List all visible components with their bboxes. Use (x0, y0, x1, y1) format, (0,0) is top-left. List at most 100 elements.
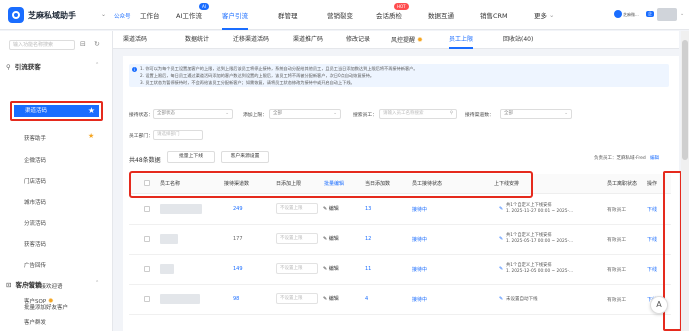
responsible-edit-link[interactable]: 编辑 (650, 155, 659, 161)
row-checkbox[interactable] (144, 266, 150, 272)
official-account-link[interactable]: 公众号 (114, 12, 131, 20)
reception-status[interactable]: 接待中 (412, 236, 427, 243)
fire-icon: ✹ (47, 297, 54, 305)
filter-limit-value: 全部 (273, 111, 282, 116)
sidebar-item-acquisition-assistant[interactable]: 获客助手 (24, 134, 46, 142)
reception-status[interactable]: 接待中 (412, 296, 427, 303)
sidebar-item-ad-callback[interactable]: 广告回传 (24, 261, 46, 269)
tab-recycle-bin[interactable]: 回收站(40) (503, 31, 533, 49)
responsible-employee: 负责员工：芝麻私域-Fred (594, 156, 646, 161)
sidebar-group-marketing[interactable]: ⊡ 客户营销 (6, 279, 41, 289)
row-checkbox[interactable] (144, 296, 150, 302)
nav-customer-acquisition[interactable]: 客户引流 (222, 0, 248, 30)
reception-status[interactable]: 接待中 (412, 206, 427, 213)
hot-badge: HOT (394, 3, 409, 10)
edit-icon[interactable]: ✎ (499, 296, 503, 302)
channel-count[interactable]: 177 (233, 236, 243, 242)
edit-icon[interactable]: ✎ (499, 206, 503, 212)
reception-status[interactable]: 接待中 (412, 266, 427, 273)
sidebar-item-label: 客户SOP (24, 299, 47, 305)
sidebar-item-customer-sop[interactable]: 客户SOP ✹ (24, 297, 54, 305)
daily-limit-input[interactable]: 不设置上限 (276, 293, 318, 304)
tab-migrate-qrcode[interactable]: 迁移渠道活码 (233, 31, 269, 49)
schedule-detail: 1. 2025-12-05 00:00 ~ 2025-... (506, 269, 574, 274)
tab-employee-limit[interactable]: 员工上限 (449, 31, 474, 49)
row-checkbox[interactable] (144, 236, 150, 242)
source-setting-button[interactable]: 客户来源设置 (221, 151, 269, 163)
row-checkbox[interactable] (144, 206, 150, 212)
sidebar-search-input[interactable]: 输入功能名称搜索 (9, 40, 75, 50)
th-resign-status: 员工离职状态 (607, 181, 638, 187)
user-name[interactable]: 芝麻微... (623, 12, 639, 18)
accessibility-float-button[interactable]: A (650, 296, 668, 314)
nav-more[interactable]: 更多 ⌄ (534, 0, 554, 30)
filter-limit-select[interactable]: 全部 ⌄ (269, 109, 341, 119)
collapse-icon[interactable]: ⊟ (80, 40, 86, 48)
avatar[interactable] (657, 8, 677, 21)
nav-group-management[interactable]: 群管理 (278, 0, 298, 30)
app-name[interactable]: 芝麻私域助手 (28, 10, 76, 21)
tab-channel-qrcode[interactable]: 渠道活码 (123, 31, 147, 49)
filter-limit-label: 添加上限： (243, 113, 267, 118)
resign-status: 有效员工 (607, 208, 627, 213)
chevron-up-icon[interactable]: ⌃ (95, 62, 99, 68)
offline-button[interactable]: 下线 (647, 236, 657, 243)
edit-icon[interactable]: ✎ (499, 236, 503, 242)
filter-dept-select[interactable]: 请选择部门 (153, 130, 203, 140)
sidebar-item-store-qrcode[interactable]: 门店活码 (24, 177, 46, 185)
today-added[interactable]: 13 (365, 206, 371, 212)
tab-promotion-code[interactable]: 渠道推广码 (293, 31, 323, 49)
filter-status-value: 全部状态 (157, 111, 175, 116)
nav-ai-workflow[interactable]: AI工作流 (176, 0, 202, 30)
sidebar-item-channel-qrcode[interactable]: 渠道活码 ★ (10, 101, 103, 121)
offline-button[interactable]: 下线 (647, 206, 657, 213)
batch-online-button[interactable]: 批量上下线 (167, 151, 215, 163)
daily-limit-input[interactable]: 不设置上限 (276, 233, 318, 244)
daily-limit-input[interactable]: 不设置上限 (276, 203, 318, 214)
chevron-up-icon[interactable]: ⌃ (95, 280, 99, 286)
filter-status-label: 接待状态： (129, 113, 153, 118)
chevron-down-icon[interactable]: ⌄ (680, 11, 684, 17)
nav-data-sync[interactable]: 数据互通 (428, 0, 454, 30)
tab-statistics[interactable]: 数据统计 (185, 31, 209, 49)
today-added[interactable]: 12 (365, 236, 371, 242)
offline-button[interactable]: 下线 (647, 266, 657, 273)
today-added[interactable]: 4 (365, 296, 368, 302)
channel-count[interactable]: 149 (233, 266, 243, 272)
filter-channel-select[interactable]: 全部 ⌄ (500, 109, 572, 119)
channel-count[interactable]: 249 (233, 206, 243, 212)
employee-search-placeholder: 请输入员工名称搜索 (383, 111, 424, 116)
sidebar-item-customer-broadcast[interactable]: 客户群发 (24, 318, 46, 326)
nav-workbench[interactable]: 工作台 (140, 0, 160, 30)
tab-change-log[interactable]: 修改记录 (346, 31, 370, 49)
edit-icon[interactable]: ✎ (499, 266, 503, 272)
tab-risk-alert[interactable]: 风控提醒 ✹ (391, 31, 423, 49)
star-icon[interactable]: ★ (88, 132, 94, 140)
employee-search-input[interactable]: 请输入员工名称搜索 ⚲ (379, 109, 457, 119)
nav-marketing-fission[interactable]: 营销裂变 (327, 0, 353, 30)
today-added[interactable]: 11 (365, 266, 371, 272)
daily-limit-input[interactable]: 不设置上限 (276, 263, 318, 274)
refresh-icon[interactable]: ↻ (94, 40, 100, 48)
sidebar-item-split-qrcode[interactable]: 分流活码 (24, 219, 46, 227)
scrollbar-thumb[interactable] (682, 40, 688, 160)
star-icon[interactable]: ★ (88, 105, 95, 117)
filter-status-select[interactable]: 全部状态 ⌄ (153, 109, 233, 119)
sidebar-group-label: 引流获客 (14, 63, 41, 71)
marketing-icon: ⊡ (6, 281, 12, 289)
search-icon: ⚲ (449, 111, 453, 116)
edit-link[interactable]: ✎ 编辑 (323, 205, 339, 212)
edit-label: 编辑 (328, 266, 339, 272)
edit-link[interactable]: ✎ 编辑 (323, 235, 339, 242)
chevron-down-icon[interactable]: ⌄ (101, 11, 106, 18)
edit-link[interactable]: ✎ 编辑 (323, 265, 339, 272)
sidebar-item-acquire-qrcode[interactable]: 获客活码 (24, 240, 46, 248)
sidebar-group-label: 客户营销 (15, 281, 42, 289)
edit-link[interactable]: ✎ 编辑 (323, 295, 339, 302)
sidebar-item-wecom-qrcode[interactable]: 企微活码 (24, 156, 46, 164)
channel-count[interactable]: 98 (233, 296, 239, 302)
sidebar-group-acquisition[interactable]: ⚲ 引流获客 (6, 61, 41, 71)
sidebar-item-city-qrcode[interactable]: 城市活码 (24, 198, 46, 206)
nav-sales-crm[interactable]: 销售CRM (480, 0, 508, 30)
notice-box: i 1. 你可以为每个员工设置加客户的上限，达到上限后该员工将停止接待，系统自动… (129, 64, 669, 87)
